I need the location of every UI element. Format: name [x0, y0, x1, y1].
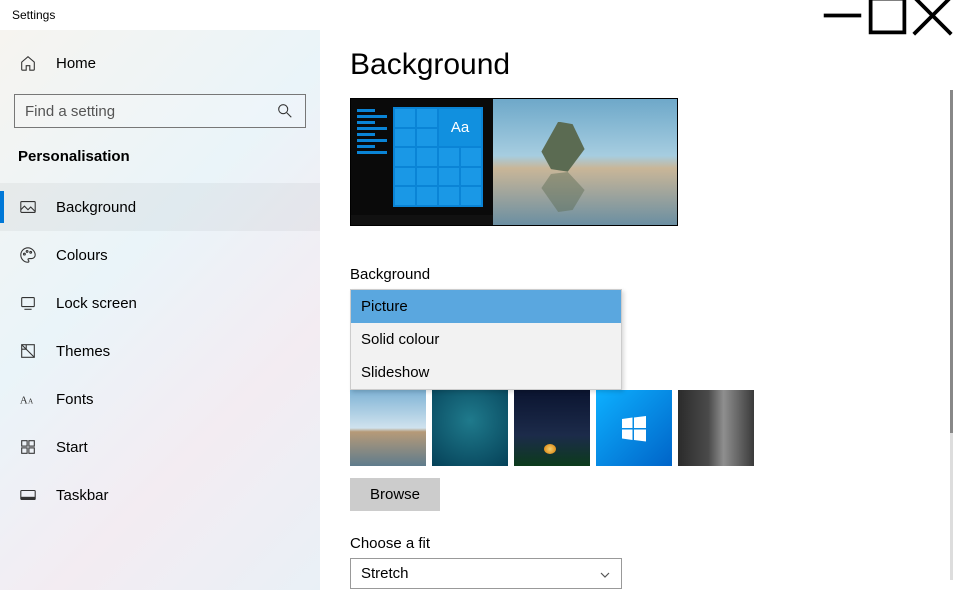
category-title: Personalisation	[0, 142, 320, 183]
scrollbar[interactable]	[950, 90, 953, 580]
svg-text:A: A	[28, 398, 34, 406]
close-button[interactable]	[910, 0, 955, 30]
minimize-button[interactable]	[820, 0, 865, 30]
dropdown-option-picture[interactable]: Picture	[351, 290, 621, 323]
sidebar-item-label: Colours	[56, 247, 108, 264]
dropdown-option-solid-colour[interactable]: Solid colour	[351, 323, 621, 356]
thumbnail-ocean[interactable]	[432, 390, 508, 466]
page-title: Background	[350, 48, 925, 82]
maximize-button[interactable]	[865, 0, 910, 30]
picture-thumbnails	[350, 390, 925, 466]
sidebar-item-themes[interactable]: Themes	[0, 327, 320, 375]
thumbnail-night[interactable]	[514, 390, 590, 466]
sidebar-item-label: Taskbar	[56, 487, 109, 504]
scrollbar-thumb[interactable]	[950, 90, 953, 433]
search-icon	[275, 101, 295, 121]
sidebar-item-label: Fonts	[56, 391, 94, 408]
sidebar-item-label: Themes	[56, 343, 110, 360]
themes-icon	[18, 341, 38, 361]
fonts-icon: AA	[18, 389, 38, 409]
sidebar-item-taskbar[interactable]: Taskbar	[0, 471, 320, 519]
svg-text:A: A	[20, 395, 28, 407]
picture-icon	[18, 197, 38, 217]
main-content: Background Aa Background P	[320, 30, 955, 590]
sidebar-item-label: Background	[56, 199, 136, 216]
preview-sample-text: Aa	[439, 109, 481, 146]
browse-button[interactable]: Browse	[350, 478, 440, 511]
dropdown-option-slideshow[interactable]: Slideshow	[351, 356, 621, 389]
taskbar-icon	[18, 485, 38, 505]
fit-dropdown[interactable]: Stretch	[350, 558, 622, 589]
thumbnail-windows-logo[interactable]	[596, 390, 672, 466]
sidebar-item-fonts[interactable]: AA Fonts	[0, 375, 320, 423]
background-dropdown[interactable]: Picture Solid colour Slideshow	[350, 289, 622, 390]
window-title: Settings	[0, 8, 55, 22]
chevron-down-icon	[599, 568, 611, 580]
fit-dropdown-value: Stretch	[361, 565, 409, 582]
thumbnail-cliff[interactable]	[678, 390, 754, 466]
home-icon	[18, 53, 38, 73]
sidebar-item-background[interactable]: Background	[0, 183, 320, 231]
lockscreen-icon	[18, 293, 38, 313]
home-label: Home	[56, 55, 96, 72]
sidebar-item-label: Lock screen	[56, 295, 137, 312]
sidebar-item-start[interactable]: Start	[0, 423, 320, 471]
search-input[interactable]: Find a setting	[14, 94, 306, 128]
windows-logo-icon	[619, 413, 649, 443]
start-icon	[18, 437, 38, 457]
titlebar: Settings	[0, 0, 955, 30]
desktop-preview: Aa	[350, 98, 678, 226]
sidebar-item-lockscreen[interactable]: Lock screen	[0, 279, 320, 327]
palette-icon	[18, 245, 38, 265]
home-nav[interactable]: Home	[0, 42, 320, 84]
background-label: Background	[350, 266, 925, 283]
sidebar-item-label: Start	[56, 439, 88, 456]
choose-fit-label: Choose a fit	[350, 535, 925, 552]
sidebar-item-colours[interactable]: Colours	[0, 231, 320, 279]
sidebar: Home Find a setting Personalisation Back…	[0, 30, 320, 590]
thumbnail-beach[interactable]	[350, 390, 426, 466]
search-placeholder: Find a setting	[25, 103, 275, 120]
